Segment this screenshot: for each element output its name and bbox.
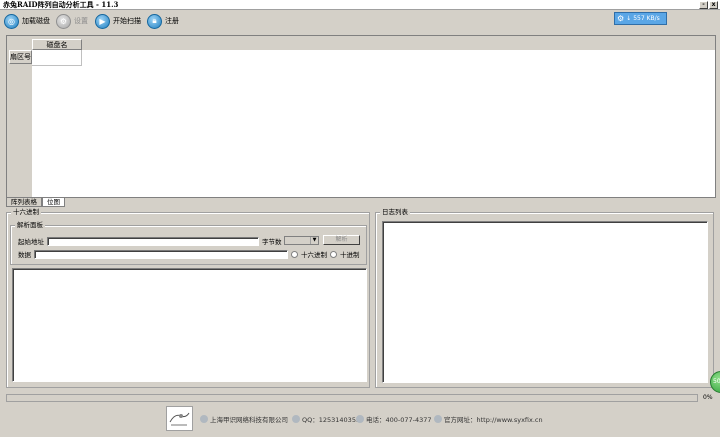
byte-count-label: 字节数	[262, 238, 282, 246]
company-logo	[166, 406, 193, 431]
qq-icon	[292, 415, 300, 423]
hex-view[interactable]	[12, 268, 367, 382]
company-info: 上海甲识网络科技有限公司	[200, 414, 288, 424]
decimal-radio-label: 十进制	[340, 251, 360, 259]
hex-panel-title: 十六进制	[11, 208, 41, 217]
start-scan-label: 开始扫描	[113, 17, 141, 25]
close-button[interactable]: x	[709, 1, 718, 9]
register-button[interactable]: 🔒︎ 注册	[147, 12, 179, 30]
float-ball-button[interactable]: 50	[710, 371, 720, 393]
data-row: 数据 十六进制 十进制	[18, 249, 360, 259]
start-scan-button[interactable]: ▶ 开始扫描	[95, 12, 141, 30]
load-disk-label: 加载磁盘	[22, 17, 50, 25]
website-link[interactable]: 官方网址：http://www.syxfix.cn	[444, 414, 543, 424]
minimize-button[interactable]: -	[699, 1, 708, 9]
hex-radio-label: 十六进制	[301, 251, 327, 259]
speed-indicator: ⚙ ↓ 557 KB/s	[614, 12, 667, 25]
register-label: 注册	[165, 17, 179, 25]
disk-icon: ◎	[4, 13, 19, 29]
gear-icon: ⚙	[56, 13, 71, 29]
disk-name-column-header[interactable]: 磁盘名	[32, 39, 82, 50]
decimal-radio[interactable]	[330, 250, 337, 258]
settings-button[interactable]: ⚙ 设置	[56, 12, 88, 30]
phone-number: 电话：400-077-4377	[366, 416, 432, 424]
window-controls: - x	[699, 1, 718, 9]
settings-label: 设置	[74, 17, 88, 25]
start-address-label: 起始地址	[18, 238, 44, 246]
parse-panel-title: 解析面板	[15, 221, 45, 230]
phone-icon	[356, 415, 364, 423]
qq-number: QQ：1253140355	[302, 416, 361, 424]
progress-text: 0%	[703, 394, 713, 401]
start-address-row: 起始地址 字节数	[18, 236, 282, 246]
start-address-input[interactable]	[47, 236, 259, 246]
lock-icon: 🔒︎	[147, 13, 162, 29]
grid-cell[interactable]	[32, 50, 82, 66]
globe-icon	[434, 415, 442, 423]
log-panel-title: 日志列表	[380, 208, 410, 217]
load-disk-button[interactable]: ◎ 加载磁盘	[4, 12, 50, 30]
phone-info: 电话：400-077-4377	[356, 414, 432, 424]
hex-radio[interactable]	[291, 250, 298, 258]
chevron-down-icon: ▼	[310, 237, 318, 244]
play-icon: ▶	[95, 13, 110, 29]
company-name: 上海甲识网络科技有限公司	[210, 416, 288, 424]
sector-row-header[interactable]: 扇区号	[9, 50, 32, 64]
speed-value: 557 KB/s	[633, 15, 660, 22]
progress-bar	[6, 394, 698, 402]
grid-header-strip	[7, 36, 715, 50]
byte-count-select[interactable]: ▼	[284, 236, 319, 245]
footer: 上海甲识网络科技有限公司 QQ：1253140355 电话：400-077-43…	[0, 405, 720, 437]
data-label: 数据	[18, 251, 31, 259]
qq-info: QQ：1253140355	[292, 414, 360, 424]
log-list[interactable]	[382, 221, 708, 383]
down-arrow-icon: ↓	[626, 15, 632, 22]
view-tabs: 阵列表格 位图	[6, 198, 65, 207]
toolbar: ◎ 加载磁盘 ⚙ 设置 ▶ 开始扫描 🔒︎ 注册 ⚙ ↓ 557 KB/s	[0, 10, 720, 32]
array-grid[interactable]: 磁盘名 扇区号	[6, 35, 716, 198]
tab-array-table[interactable]: 阵列表格	[6, 198, 42, 207]
tab-bitmap[interactable]: 位图	[42, 198, 65, 207]
window-title: 赤兔RAID阵列自动分析工具 - 11.3	[3, 0, 119, 9]
company-icon	[200, 415, 208, 423]
data-input[interactable]	[34, 249, 288, 259]
parse-button[interactable]: 解析	[323, 235, 360, 245]
website-info: 官方网址：http://www.syxfix.cn	[434, 414, 543, 424]
title-bar: 赤兔RAID阵列自动分析工具 - 11.3 - x	[0, 0, 720, 10]
gears-icon: ⚙	[617, 14, 625, 23]
